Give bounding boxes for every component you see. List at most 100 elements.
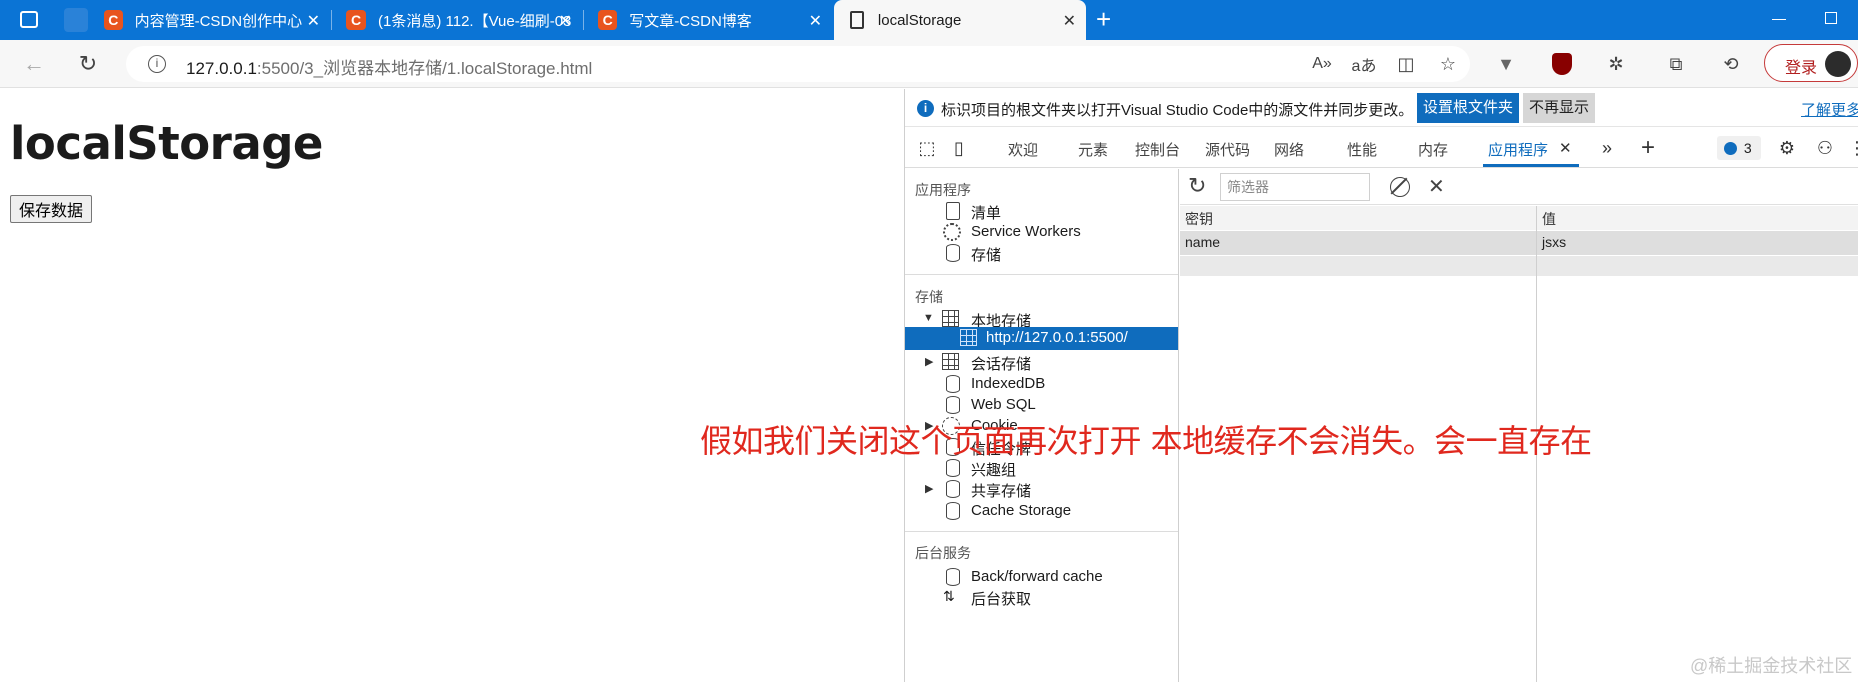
close-tab-icon[interactable]: ✕ (559, 11, 572, 31)
avatar (1825, 51, 1851, 77)
close-tab-icon[interactable]: ✕ (307, 11, 320, 31)
url-host: 127.0.0.1 (186, 59, 257, 78)
favorite-add-icon[interactable]: ☆ (1432, 48, 1464, 80)
sidebar-item-local-storage-origin[interactable]: http://127.0.0.1:5500/ (905, 327, 1178, 350)
devtools-infobar: i 标识项目的根文件夹以打开Visual Studio Code中的源文件并同步… (905, 89, 1858, 127)
sidebar-item-label: 后台获取 (971, 591, 1032, 608)
add-tab-icon[interactable]: + (1636, 136, 1660, 160)
csdn-favicon-icon: C (104, 10, 123, 30)
customize-icon[interactable]: ⚇ (1813, 136, 1837, 160)
database-icon (946, 375, 960, 393)
tab-network[interactable]: 网络 (1274, 139, 1304, 160)
section-application: 应用程序 (915, 182, 971, 198)
read-aloud-icon[interactable]: A» (1306, 48, 1338, 80)
devtools-panel: i 标识项目的根文件夹以打开Visual Studio Code中的源文件并同步… (904, 89, 1858, 682)
restore-icon[interactable] (1825, 12, 1837, 24)
tab-csdn-message[interactable]: C (1条消息) 112.【Vue-细刷-03】 ✕ (332, 0, 582, 40)
extension-v-icon[interactable]: ▼ (1490, 48, 1522, 80)
clear-all-icon[interactable] (1390, 177, 1410, 197)
inspect-element-icon[interactable]: ⬚ (915, 136, 939, 160)
close-tab-icon[interactable]: ✕ (1063, 11, 1076, 31)
gear-icon (943, 223, 961, 241)
database-icon (946, 568, 960, 586)
url-text[interactable]: 127.0.0.1:5500/3_浏览器本地存储/1.localStorage.… (186, 54, 592, 79)
sidebar-item-cache-storage[interactable]: Cache Storage (905, 499, 1178, 524)
cell-value[interactable]: jsxs (1537, 231, 1858, 255)
infobar-message: 标识项目的根文件夹以打开Visual Studio Code中的源文件并同步更改… (941, 102, 1414, 119)
ublock-icon[interactable] (1546, 48, 1578, 80)
delete-selected-icon[interactable]: ✕ (1428, 174, 1445, 199)
sidebar-item-label: 会话存储 (971, 356, 1032, 373)
sidebar-item-label: 共享存储 (971, 483, 1032, 500)
workspace-icon[interactable] (64, 8, 88, 32)
table-grid-icon (960, 329, 977, 346)
expand-arrow-icon[interactable]: ▶ (925, 355, 933, 368)
refresh-icon[interactable]: ↻ (72, 48, 104, 80)
column-header-value[interactable]: 值 (1537, 206, 1858, 230)
tab-console[interactable]: 控制台 (1135, 139, 1180, 160)
cell-key[interactable]: name (1180, 231, 1536, 255)
minimize-icon[interactable] (1772, 19, 1786, 20)
tab-csdn-write[interactable]: C 写文章-CSDN博客 ✕ (584, 0, 832, 40)
more-tabs-icon[interactable]: » (1595, 136, 1619, 160)
column-header-key[interactable]: 密钥 (1180, 206, 1536, 230)
expand-arrow-icon[interactable]: ▼ (923, 312, 934, 324)
expand-arrow-icon[interactable]: ▶ (925, 482, 933, 495)
tab-localstorage[interactable]: localStorage ✕ (834, 0, 1086, 40)
sidebar-item-label: IndexedDB (971, 375, 1046, 392)
close-tab-icon[interactable]: ✕ (1559, 139, 1572, 157)
device-emulation-icon[interactable]: ▯ (947, 136, 971, 160)
filter-toolbar: ↻ ✕ (1180, 169, 1858, 205)
tab-sources[interactable]: 源代码 (1205, 139, 1250, 160)
tab-strip: C 内容管理-CSDN创作中心 ✕ C (1条消息) 112.【Vue-细刷-0… (0, 0, 1858, 40)
more-options-icon[interactable]: ⋮ (1845, 136, 1858, 160)
login-button[interactable]: 登录 (1764, 44, 1858, 82)
translate-icon[interactable]: aあ (1348, 48, 1380, 80)
table-grid-icon (942, 353, 959, 370)
sidebar-item-storage[interactable]: 存储 (905, 241, 1178, 266)
tab-title: 内容管理-CSDN创作中心 (134, 12, 303, 30)
sidebar-item-label: http://127.0.0.1:5500/ (986, 329, 1128, 346)
info-icon: i (917, 100, 934, 117)
split-screen-icon[interactable]: ◫ (1390, 48, 1422, 80)
address-bar[interactable]: i 127.0.0.1:5500/3_浏览器本地存储/1.localStorag… (126, 46, 1470, 82)
history-icon[interactable]: ⟲ (1715, 48, 1747, 80)
tab-title: (1条消息) 112.【Vue-细刷-03】 (378, 12, 572, 30)
settings-gear-icon[interactable]: ⚙ (1775, 136, 1799, 160)
sidebar-item-label: Web SQL (971, 396, 1036, 413)
manifest-document-icon (946, 202, 960, 220)
close-tab-icon[interactable]: ✕ (809, 11, 822, 31)
tab-elements[interactable]: 元素 (1078, 139, 1108, 160)
tab-welcome[interactable]: 欢迎 (1008, 139, 1038, 160)
filter-input[interactable] (1220, 173, 1370, 201)
dont-show-again-button[interactable]: 不再显示 (1523, 93, 1596, 123)
collections-icon[interactable]: ⧉ (1660, 48, 1692, 80)
section-storage: 存储 (915, 289, 943, 305)
tab-csdn-manage[interactable]: C 内容管理-CSDN创作中心 ✕ (90, 0, 330, 40)
tab-actions-icon[interactable] (20, 11, 38, 28)
new-tab-button[interactable]: + (1096, 4, 1111, 35)
set-root-folder-button[interactable]: 设置根文件夹 (1417, 93, 1520, 123)
learn-more-link[interactable]: 了解更多 (1801, 99, 1858, 120)
save-data-button[interactable]: 保存数据 (10, 195, 93, 223)
back-icon[interactable]: ← (18, 48, 50, 80)
issues-count: 3 (1743, 140, 1752, 156)
extensions-icon[interactable]: ✲ (1600, 48, 1632, 80)
tab-application[interactable]: 应用程序 (1488, 139, 1548, 160)
sidebar-item-label: Back/forward cache (971, 568, 1103, 585)
browser-toolbar: ← ↻ i 127.0.0.1:5500/3_浏览器本地存储/1.localSt… (0, 40, 1858, 88)
page-title: localStorage (10, 117, 323, 170)
refresh-icon[interactable]: ↻ (1188, 173, 1206, 199)
database-icon (946, 396, 960, 414)
annotation-text: 假如我们关闭这个页面再次打开 本地缓存不会消失。会一直存在 (700, 422, 1592, 460)
table-grid-icon (942, 310, 959, 327)
database-icon (946, 244, 960, 262)
empty-table-row[interactable] (1180, 256, 1858, 276)
tab-performance[interactable]: 性能 (1347, 139, 1377, 160)
site-info-icon[interactable]: i (148, 55, 166, 73)
tab-memory[interactable]: 内存 (1418, 139, 1448, 160)
section-background-services: 后台服务 (915, 545, 971, 561)
sidebar-item-background-fetch[interactable]: ⇅ 后台获取 (905, 585, 1178, 610)
document-icon (850, 11, 864, 29)
issues-badge[interactable]: 3 (1717, 136, 1761, 160)
